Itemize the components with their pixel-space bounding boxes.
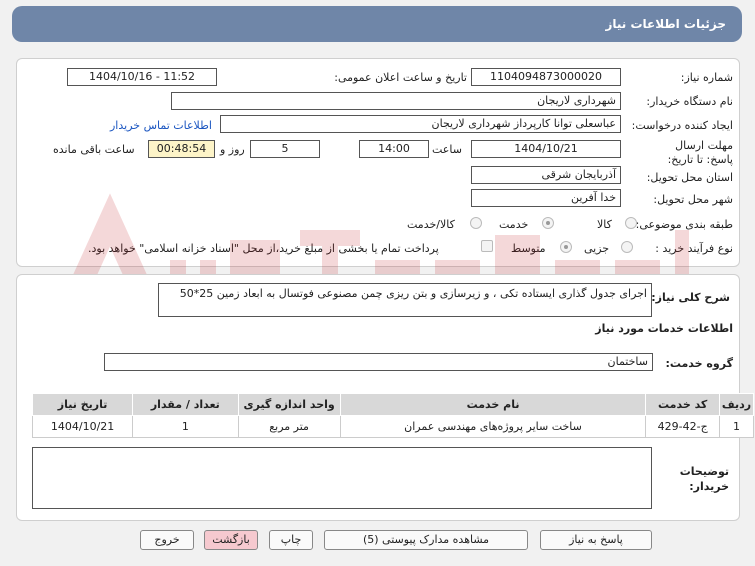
announce-datetime-field: 1404/10/16 - 11:52: [67, 68, 217, 86]
city-field: خدا آفرین: [471, 189, 621, 207]
cell-service-code: ج-42-429: [645, 415, 721, 438]
city-label: شهر محل تحویل:: [653, 193, 733, 206]
category-option-service-radio[interactable]: [542, 217, 554, 229]
buyer-contact-link[interactable]: اطلاعات تماس خریدار: [110, 119, 212, 132]
cell-row-number: 1: [719, 415, 754, 438]
deadline-time-label: ساعت: [432, 143, 462, 156]
cell-unit: متر مربع: [237, 415, 341, 438]
category-option-goods-service-radio[interactable]: [470, 217, 482, 229]
process-type-label: نوع فرآیند خرید :: [655, 242, 733, 255]
exit-button[interactable]: خروج: [140, 530, 194, 550]
col-unit: واحد اندازه گیری: [237, 393, 341, 416]
days-remaining-field: 5: [250, 140, 320, 158]
back-button[interactable]: بازگشت: [204, 530, 258, 550]
need-number-field: 1104094873000020: [471, 68, 621, 86]
services-section-title: اطلاعات خدمات مورد نیاز: [595, 322, 733, 335]
category-option-service-label: خدمت: [499, 218, 529, 231]
category-label: طبقه بندی موضوعی:: [635, 218, 733, 231]
cell-service-name: ساخت سایر پروژه‌های مهندسی عمران: [339, 415, 647, 438]
need-number-label: شماره نیاز:: [680, 71, 733, 84]
process-option-medium-radio[interactable]: [560, 241, 572, 253]
buyer-org-field: شهرداری لاریجان: [171, 92, 621, 110]
description-label: شرح کلی نیاز:: [651, 291, 730, 304]
category-option-goods-label: کالا: [597, 218, 612, 231]
time-remaining-label: ساعت باقی مانده: [53, 143, 135, 156]
service-group-label: گروه خدمت:: [665, 357, 733, 370]
col-service-code: کد خدمت: [645, 393, 721, 416]
deadline-time-field: 14:00: [359, 140, 429, 158]
col-row-number: ردیف: [719, 393, 754, 416]
buyer-notes-textarea[interactable]: [32, 447, 652, 509]
service-group-field: ساختمان: [104, 353, 653, 371]
buyer-notes-label: توضیحات خریدار:: [679, 465, 729, 493]
category-option-goods-service-label: کالا/خدمت: [407, 218, 455, 231]
deadline-label: مهلت ارسال پاسخ: تا تاریخ:: [667, 139, 733, 166]
deadline-date-field: 1404/10/21: [471, 140, 621, 158]
process-option-minor-radio[interactable]: [621, 241, 633, 253]
buyer-org-label: نام دستگاه خریدار:: [646, 95, 733, 108]
services-table: ردیف کد خدمت نام خدمت واحد اندازه گیری ت…: [31, 393, 754, 438]
need-details-panel: [16, 58, 740, 267]
creator-label: ایجاد کننده درخواست:: [631, 119, 733, 132]
cell-quantity: 1: [132, 415, 239, 438]
col-quantity: تعداد / مقدار: [132, 393, 239, 416]
table-header-row: ردیف کد خدمت نام خدمت واحد اندازه گیری ت…: [31, 393, 754, 416]
print-button[interactable]: چاپ: [269, 530, 313, 550]
cell-need-date: 1404/10/21: [31, 415, 134, 438]
announce-label: تاریخ و ساعت اعلان عمومی:: [334, 71, 467, 84]
description-textarea[interactable]: اجرای جدول گذاری ایستاده تکی ، و زیرسازی…: [158, 283, 652, 317]
days-label: روز و: [220, 143, 245, 156]
province-field: آذربایجان شرقی: [471, 166, 621, 184]
category-option-goods-radio[interactable]: [625, 217, 637, 229]
table-row: 1 ج-42-429 ساخت سایر پروژه‌های مهندسی عم…: [31, 415, 754, 438]
col-service-name: نام خدمت: [339, 393, 647, 416]
time-remaining-field: 00:48:54: [148, 140, 215, 158]
treasury-payment-note: پرداخت تمام یا بخشی از مبلغ خرید،از محل …: [88, 242, 439, 255]
process-option-medium-label: متوسط: [511, 242, 546, 255]
col-need-date: تاریخ نیاز: [31, 393, 134, 416]
view-attachments-button[interactable]: مشاهده مدارک پیوستی (5): [324, 530, 528, 550]
province-label: استان محل تحویل:: [646, 171, 733, 184]
treasury-payment-checkbox[interactable]: [481, 240, 493, 252]
creator-field: عباسعلی توانا کارپرداز شهرداری لاریجان: [220, 115, 621, 133]
reply-button[interactable]: پاسخ به نیاز: [540, 530, 652, 550]
process-option-minor-label: جزیی: [584, 242, 610, 255]
page-title: جزئیات اطلاعات نیاز: [12, 6, 742, 42]
